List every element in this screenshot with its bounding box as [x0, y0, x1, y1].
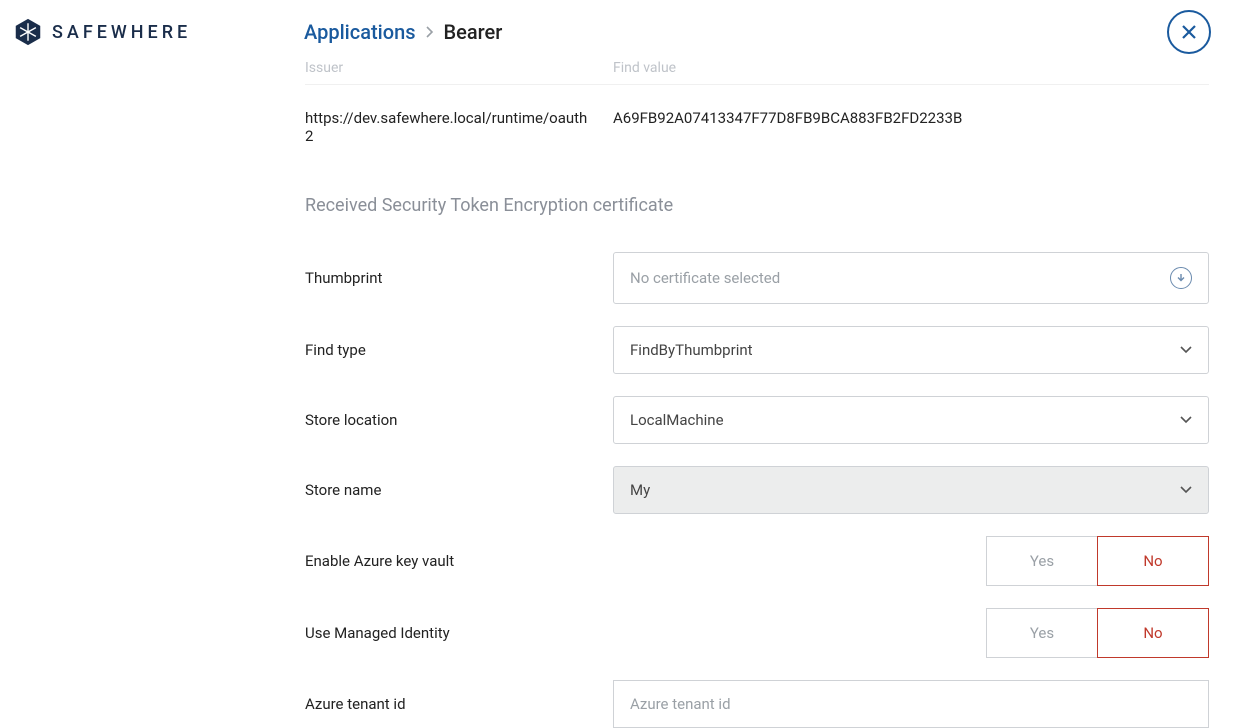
chevron-down-icon [1180, 486, 1192, 494]
chevron-down-icon [1180, 416, 1192, 424]
label-thumbprint: Thumbprint [305, 269, 613, 287]
find-type-value: FindByThumbprint [630, 341, 753, 359]
azure-tenant-id-placeholder: Azure tenant id [630, 695, 731, 713]
logo-icon [14, 18, 42, 46]
close-button[interactable] [1167, 10, 1211, 54]
chevron-down-icon [1180, 346, 1192, 354]
cell-find-value: A69FB92A07413347F77D8FB9BCA883FB2FD2233B [613, 109, 962, 127]
breadcrumb: Applications Bearer [304, 18, 502, 44]
label-use-managed-identity: Use Managed Identity [305, 624, 613, 642]
breadcrumb-parent[interactable]: Applications [304, 20, 416, 44]
toggle-use-managed-identity: Yes No [986, 608, 1209, 658]
label-find-type: Find type [305, 341, 613, 359]
store-name-value: My [630, 481, 650, 499]
section-title: Received Security Token Encryption certi… [305, 195, 1209, 216]
cell-issuer: https://dev.safewhere.local/runtime/oaut… [305, 109, 613, 145]
breadcrumb-current: Bearer [444, 20, 503, 44]
table-row: https://dev.safewhere.local/runtime/oaut… [305, 85, 1209, 165]
label-store-name: Store name [305, 481, 613, 499]
toggle-managed-identity-yes[interactable]: Yes [986, 608, 1098, 658]
toggle-managed-identity-no[interactable]: No [1097, 608, 1209, 658]
close-icon [1180, 23, 1198, 41]
header-issuer: Issuer [305, 60, 613, 76]
label-azure-tenant-id: Azure tenant id [305, 695, 613, 713]
chevron-right-icon [426, 26, 434, 38]
download-arrow-icon[interactable] [1170, 267, 1192, 289]
find-type-select[interactable]: FindByThumbprint [613, 326, 1209, 374]
table-header: Issuer Find value [305, 46, 1209, 85]
toggle-enable-azure-kv: Yes No [986, 536, 1209, 586]
toggle-azure-kv-yes[interactable]: Yes [986, 536, 1098, 586]
thumbprint-input[interactable]: No certificate selected [613, 252, 1209, 304]
main-content: Issuer Find value https://dev.safewhere.… [305, 46, 1209, 728]
label-store-location: Store location [305, 411, 613, 429]
store-location-value: LocalMachine [630, 411, 724, 429]
toggle-azure-kv-no[interactable]: No [1097, 536, 1209, 586]
header-find-value: Find value [613, 60, 676, 76]
azure-tenant-id-input[interactable]: Azure tenant id [613, 680, 1209, 728]
label-enable-azure-kv: Enable Azure key vault [305, 552, 613, 570]
store-name-select[interactable]: My [613, 466, 1209, 514]
thumbprint-placeholder: No certificate selected [630, 269, 780, 287]
logo-text: SAFEWHERE [52, 22, 191, 43]
logo: SAFEWHERE [14, 18, 304, 46]
store-location-select[interactable]: LocalMachine [613, 396, 1209, 444]
